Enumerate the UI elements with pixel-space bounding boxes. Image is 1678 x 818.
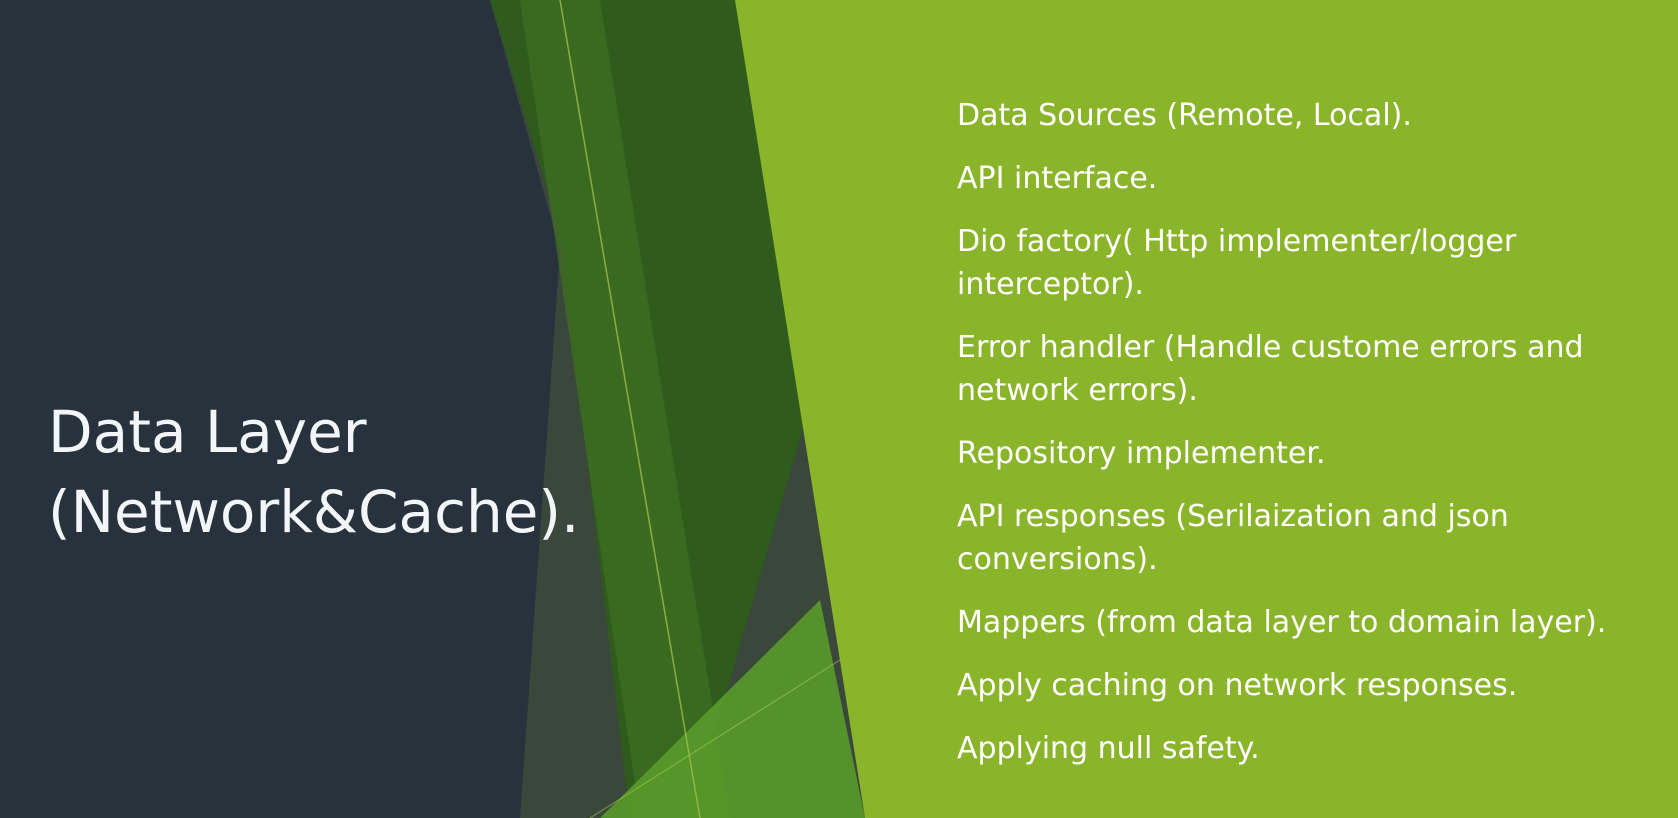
bullet-item: Error handler (Handle custome errors and… <box>957 330 1584 408</box>
slide-title-line-2: (Network&Cache). <box>48 478 580 546</box>
bullet-list: Data Sources (Remote, Local). API interf… <box>957 94 1657 790</box>
slide-title-line-1: Data Layer <box>48 398 367 466</box>
bullet-item: Applying null safety. <box>957 731 1260 766</box>
slide-title: Data Layer (Network&Cache). <box>48 392 668 552</box>
bullet-item: API interface. <box>957 161 1158 196</box>
slide: Data Layer (Network&Cache). Data Sources… <box>0 0 1678 818</box>
bullet-item: Data Sources (Remote, Local). <box>957 98 1412 133</box>
bullet-item: Repository implementer. <box>957 436 1326 471</box>
bullet-item: API responses (Serilaization and json co… <box>957 499 1509 577</box>
bullet-item: Mappers (from data layer to domain layer… <box>957 605 1607 640</box>
bullet-item: Apply caching on network responses. <box>957 668 1518 703</box>
bullet-item: Dio factory( Http implementer/logger int… <box>957 224 1517 302</box>
